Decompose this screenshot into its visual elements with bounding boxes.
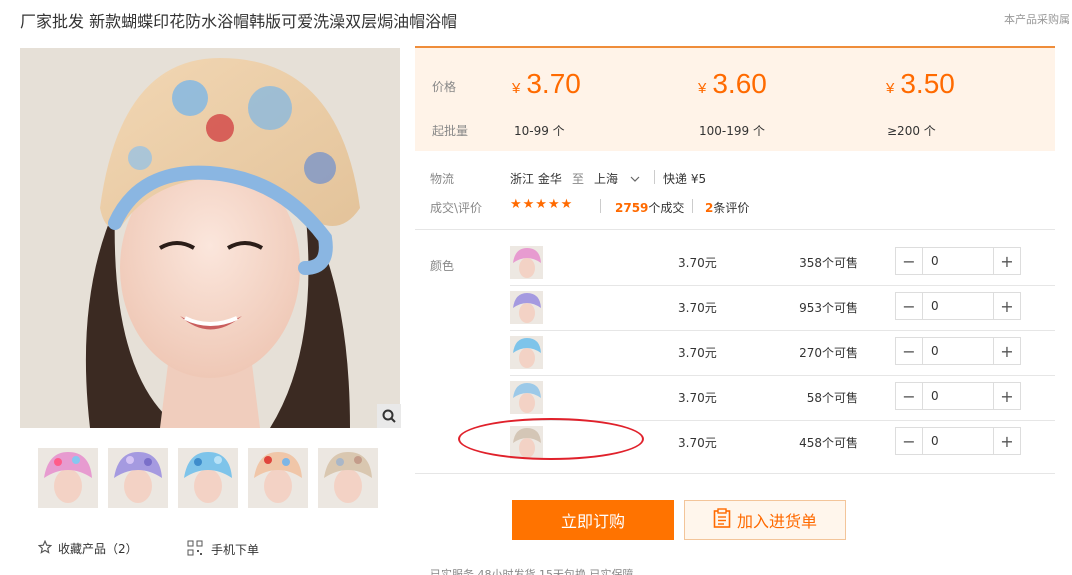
- minus-icon[interactable]: −: [896, 428, 923, 454]
- main-product-image[interactable]: [20, 48, 400, 428]
- procurement-note: 本产品采购属: [1004, 13, 1070, 26]
- ship-to-select[interactable]: 上海: [594, 170, 640, 187]
- logistics-label: 物流: [430, 172, 455, 186]
- to-word: 至: [572, 172, 585, 186]
- chevron-down-icon: [630, 172, 640, 186]
- minus-icon[interactable]: −: [896, 338, 923, 364]
- sku-stock: 358个可售: [799, 256, 858, 270]
- color-label: 颜色: [430, 259, 455, 273]
- thumbnail-pink[interactable]: [38, 448, 98, 508]
- shipping-fee: 快递 ¥5: [663, 172, 707, 186]
- clipboard-icon: [713, 508, 731, 532]
- minus-icon[interactable]: −: [896, 293, 923, 319]
- reviews-label: 成交\评价: [430, 201, 483, 215]
- sku-row: 3.70元 58个可售 − 0 +: [510, 377, 1055, 422]
- buy-now-button[interactable]: 立即订购: [512, 500, 674, 540]
- zoom-icon[interactable]: [377, 404, 401, 428]
- quantity-input[interactable]: 0: [923, 248, 993, 274]
- thumbnail-beige[interactable]: [318, 448, 378, 508]
- section-divider: [415, 473, 1055, 474]
- mobile-order-label: 手机下单: [211, 543, 260, 557]
- quantity-input[interactable]: 0: [923, 428, 993, 454]
- qr-code-icon: [187, 540, 203, 559]
- sku-row: 3.70元 953个可售 − 0 +: [510, 287, 1055, 332]
- plus-icon[interactable]: +: [993, 248, 1020, 274]
- tier-2-price: ¥3.60: [698, 68, 767, 99]
- moq-label: 起批量: [432, 124, 469, 138]
- tier-3-price: ¥3.50: [886, 68, 955, 99]
- add-to-cart-label: 加入进货单: [736, 512, 817, 531]
- divider: [654, 170, 655, 184]
- price-panel: 价格 起批量 ¥3.70 ¥3.60 ¥3.50 10-99 个 100-199…: [415, 46, 1055, 151]
- thumbnail-purple[interactable]: [108, 448, 168, 508]
- row-divider: [510, 375, 1055, 376]
- review-count[interactable]: 2条评价: [705, 199, 749, 216]
- star-outline-icon: [37, 539, 53, 557]
- sku-price: 3.70元: [678, 301, 717, 315]
- price-label: 价格: [432, 80, 457, 94]
- row-divider: [510, 330, 1055, 331]
- quantity-stepper: − 0 +: [895, 427, 1021, 455]
- tier-3-range: ≥200 个: [887, 124, 936, 138]
- favorite-button[interactable]: 收藏产品（2）: [37, 539, 138, 557]
- sku-swatch-pink[interactable]: [510, 246, 543, 279]
- sku-stock: 953个可售: [799, 301, 858, 315]
- row-divider: [510, 285, 1055, 286]
- minus-icon[interactable]: −: [896, 383, 923, 409]
- sku-swatch-lightblue[interactable]: [510, 381, 543, 414]
- deal-count[interactable]: 2759个成交: [615, 199, 684, 216]
- sku-price: 3.70元: [678, 391, 717, 405]
- tier-1-range: 10-99 个: [514, 124, 565, 138]
- sku-price: 3.70元: [678, 256, 717, 270]
- plus-icon[interactable]: +: [993, 293, 1020, 319]
- section-divider: [415, 229, 1055, 230]
- sku-stock: 270个可售: [799, 346, 858, 360]
- plus-icon[interactable]: +: [993, 428, 1020, 454]
- add-to-cart-button[interactable]: 加入进货单: [684, 500, 846, 540]
- sku-stock: 58个可售: [806, 391, 858, 405]
- ship-from: 浙江 金华: [510, 172, 562, 186]
- thumbnail-blue[interactable]: [178, 448, 238, 508]
- sku-row: 3.70元 270个可售 − 0 +: [510, 332, 1055, 377]
- quantity-input[interactable]: 0: [923, 293, 993, 319]
- plus-icon[interactable]: +: [993, 383, 1020, 409]
- quantity-stepper: − 0 +: [895, 247, 1021, 275]
- ship-to-city: 上海: [594, 172, 619, 186]
- rating-stars: ★★★★★: [510, 197, 574, 212]
- product-title: 厂家批发 新款蝴蝶印花防水浴帽韩版可爱洗澡双层焗油帽浴帽: [20, 12, 458, 31]
- plus-icon[interactable]: +: [993, 338, 1020, 364]
- favorite-label: 收藏产品（2）: [58, 542, 138, 556]
- sku-row: 3.70元 358个可售 − 0 +: [510, 242, 1055, 287]
- quantity-stepper: − 0 +: [895, 382, 1021, 410]
- minus-icon[interactable]: −: [896, 248, 923, 274]
- tier-2-range: 100-199 个: [699, 124, 765, 138]
- sku-stock: 458个可售: [799, 436, 858, 450]
- divider: [600, 199, 601, 213]
- divider: [692, 199, 693, 213]
- service-guarantees: 已实服务 48小时发货 15天包换 已实保障: [430, 568, 634, 575]
- tier-1-price: ¥3.70: [512, 68, 581, 99]
- sku-swatch-purple[interactable]: [510, 291, 543, 324]
- thumbnail-colorful[interactable]: [248, 448, 308, 508]
- quantity-input[interactable]: 0: [923, 383, 993, 409]
- thumbnail-strip: [38, 448, 378, 508]
- red-highlight-ellipse: [458, 418, 644, 460]
- quantity-input[interactable]: 0: [923, 338, 993, 364]
- sku-swatch-blue[interactable]: [510, 336, 543, 369]
- quantity-stepper: − 0 +: [895, 292, 1021, 320]
- quantity-stepper: − 0 +: [895, 337, 1021, 365]
- sku-price: 3.70元: [678, 436, 717, 450]
- sku-price: 3.70元: [678, 346, 717, 360]
- mobile-order-button[interactable]: 手机下单: [187, 540, 259, 559]
